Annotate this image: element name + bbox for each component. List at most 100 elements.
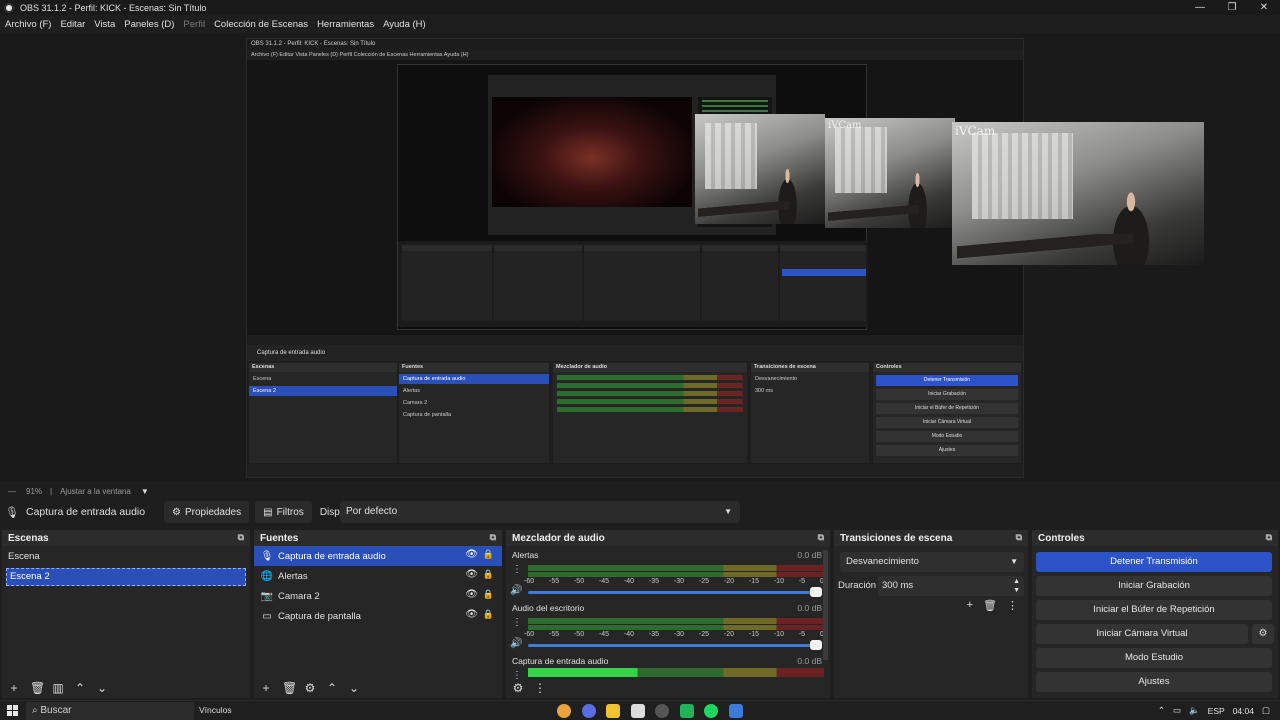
chevron-down-icon[interactable]: ▼ xyxy=(141,487,149,496)
channel-name: Alertas xyxy=(512,550,539,560)
menu-docks[interactable]: Paneles (D) xyxy=(124,19,174,30)
scene-item-selected[interactable]: Escena 2 xyxy=(6,568,246,586)
properties-button[interactable]: ⚙ Propiedades xyxy=(164,501,250,523)
notifications-icon[interactable]: ▢ xyxy=(1262,705,1270,716)
preview-canvas[interactable]: OBS 31.1.2 - Perfil: KICK - Escenas: Sin… xyxy=(246,38,1024,478)
volume-slider-handle[interactable] xyxy=(810,640,822,650)
menu-view[interactable]: Vista xyxy=(94,19,115,30)
more-options-icon[interactable]: ⋮ xyxy=(534,681,546,695)
menu-edit[interactable]: Editar xyxy=(60,19,85,30)
move-up-icon[interactable]: ⌃ xyxy=(326,681,338,695)
menu-file[interactable]: Archivo (F) xyxy=(5,19,51,30)
microphone-icon: 🎙 xyxy=(5,506,19,519)
windows-start-icon[interactable] xyxy=(7,705,18,716)
spotify-icon[interactable] xyxy=(704,704,718,718)
source-item[interactable]: 🎙 Captura de entrada audio 👁 🔒 xyxy=(254,546,502,566)
start-recording-button[interactable]: Iniciar Grabación xyxy=(1036,576,1272,596)
minimize-button[interactable]: — xyxy=(1184,0,1216,15)
lock-icon[interactable]: 🔒 xyxy=(483,609,494,620)
gear-icon[interactable]: ⚙ xyxy=(304,681,316,695)
eye-icon[interactable]: 👁 xyxy=(465,589,478,600)
stop-streaming-button[interactable]: Detener Transmisión xyxy=(1036,552,1272,572)
calendar-icon[interactable] xyxy=(630,704,645,718)
zoom-value[interactable]: 91% xyxy=(26,487,42,496)
studio-mode-button[interactable]: Modo Estudio xyxy=(1036,648,1272,668)
volume-slider[interactable] xyxy=(528,591,818,594)
folder-icon[interactable] xyxy=(606,704,620,718)
taskbar-search[interactable]: ⌕ Buscar xyxy=(26,702,194,720)
eye-icon[interactable]: 👁 xyxy=(465,549,478,560)
lock-icon[interactable]: 🔒 xyxy=(483,569,494,580)
chrome-icon[interactable] xyxy=(557,704,571,718)
menu-tools[interactable]: Herramientas xyxy=(317,19,374,30)
nested-dock xyxy=(584,245,700,321)
nested-transitions-dock: Transiciones de escena Desvanecimiento 3… xyxy=(751,363,869,463)
undock-icon[interactable]: ⧉ xyxy=(1266,532,1272,543)
discord-icon[interactable] xyxy=(581,704,596,718)
move-down-icon[interactable]: ⌄ xyxy=(348,681,360,695)
nested-obs-title: OBS 31.1.2 - Perfil: KICK - Escenas: Sin… xyxy=(247,39,1023,50)
menu-profile[interactable]: Perfil xyxy=(183,19,205,30)
start-virtual-camera-button[interactable]: Iniciar Cámara Virtual xyxy=(1036,624,1248,644)
language-indicator[interactable]: ESP xyxy=(1208,706,1225,716)
preview-area[interactable]: OBS 31.1.2 - Perfil: KICK - Escenas: Sin… xyxy=(0,33,1280,481)
fit-to-window-label[interactable]: Ajustar a la ventana xyxy=(60,487,131,496)
nested-dock xyxy=(780,245,866,321)
volume-icon[interactable]: 🔈 xyxy=(1189,705,1200,716)
source-item[interactable]: ▭ Captura de pantalla 👁 🔒 xyxy=(254,606,502,626)
more-options-icon[interactable]: ⋮ xyxy=(512,617,522,628)
volume-slider-handle[interactable] xyxy=(810,587,822,597)
trash-icon[interactable]: 🗑 xyxy=(30,681,45,695)
scene-item[interactable]: Escena xyxy=(2,548,250,566)
move-up-icon[interactable]: ⌃ xyxy=(74,681,86,695)
clock[interactable]: 04:04 xyxy=(1233,706,1254,716)
filters-icon[interactable]: ▥ xyxy=(52,681,64,695)
add-icon[interactable]: + xyxy=(8,681,20,695)
add-icon[interactable]: + xyxy=(967,599,973,612)
gear-icon[interactable]: ⚙ xyxy=(512,681,524,695)
close-button[interactable]: ✕ xyxy=(1248,0,1280,15)
undock-icon[interactable]: ⧉ xyxy=(818,532,824,543)
menu-help[interactable]: Ayuda (H) xyxy=(383,19,426,30)
start-replay-buffer-button[interactable]: Iniciar el Búfer de Repetición xyxy=(1036,600,1272,620)
lock-icon[interactable]: 🔒 xyxy=(483,549,494,560)
links-toolbar[interactable]: Vínculos xyxy=(199,705,232,715)
more-options-icon[interactable]: ⋮ xyxy=(1007,599,1018,612)
add-icon[interactable]: + xyxy=(260,681,272,695)
volume-meter-active xyxy=(528,668,824,677)
device-select[interactable]: Por defecto ▼ xyxy=(340,501,740,523)
source-item[interactable]: 📷 Camara 2 👁 🔒 xyxy=(254,586,502,606)
settings-button[interactable]: Ajustes xyxy=(1036,672,1272,692)
undock-icon[interactable]: ⧉ xyxy=(1016,532,1022,543)
menu-scene-collection[interactable]: Colección de Escenas xyxy=(214,19,308,30)
speaker-icon[interactable]: 🔊 xyxy=(510,638,522,649)
undock-icon[interactable]: ⧉ xyxy=(490,532,496,543)
obs-icon[interactable] xyxy=(655,704,669,718)
gear-icon[interactable]: ⚙ xyxy=(1252,624,1274,644)
filters-label: Filtros xyxy=(276,506,304,518)
duration-input[interactable]: 300 ms ▲ ▼ xyxy=(878,576,1024,596)
chevron-up-icon[interactable]: ⌃ xyxy=(1158,705,1165,716)
speaker-icon[interactable]: 🔊 xyxy=(510,585,522,596)
more-options-icon[interactable]: ⋮ xyxy=(512,564,522,575)
network-icon[interactable]: ▭ xyxy=(1173,705,1181,716)
filters-button[interactable]: ▤ Filtros xyxy=(255,501,312,523)
app-icon[interactable] xyxy=(679,704,694,718)
app-icon[interactable] xyxy=(728,704,743,718)
trash-icon[interactable]: 🗑 xyxy=(282,681,297,695)
transition-type-select[interactable]: Desvanecimiento ▼ xyxy=(840,552,1024,572)
controls-title: Controles xyxy=(1038,532,1085,544)
volume-slider[interactable] xyxy=(528,644,818,647)
eye-icon[interactable]: 👁 xyxy=(465,609,478,620)
nested-sources-dock: Fuentes Captura de entrada audio Alertas… xyxy=(399,363,549,463)
spinner-arrows-icon[interactable]: ▲ ▼ xyxy=(1013,577,1020,595)
maximize-button[interactable]: ❐ xyxy=(1216,0,1248,15)
lock-icon[interactable]: 🔒 xyxy=(483,589,494,600)
trash-icon[interactable]: 🗑 xyxy=(983,599,997,612)
mixer-scrollbar[interactable] xyxy=(823,550,828,660)
undock-icon[interactable]: ⧉ xyxy=(238,532,244,543)
source-item[interactable]: 🌐 Alertas 👁 🔒 xyxy=(254,566,502,586)
scenes-dock: Escenas ⧉ Escena Escena 2 + 🗑 ▥ ⌃ ⌄ xyxy=(2,530,250,698)
eye-icon[interactable]: 👁 xyxy=(465,569,478,580)
move-down-icon[interactable]: ⌄ xyxy=(96,681,108,695)
